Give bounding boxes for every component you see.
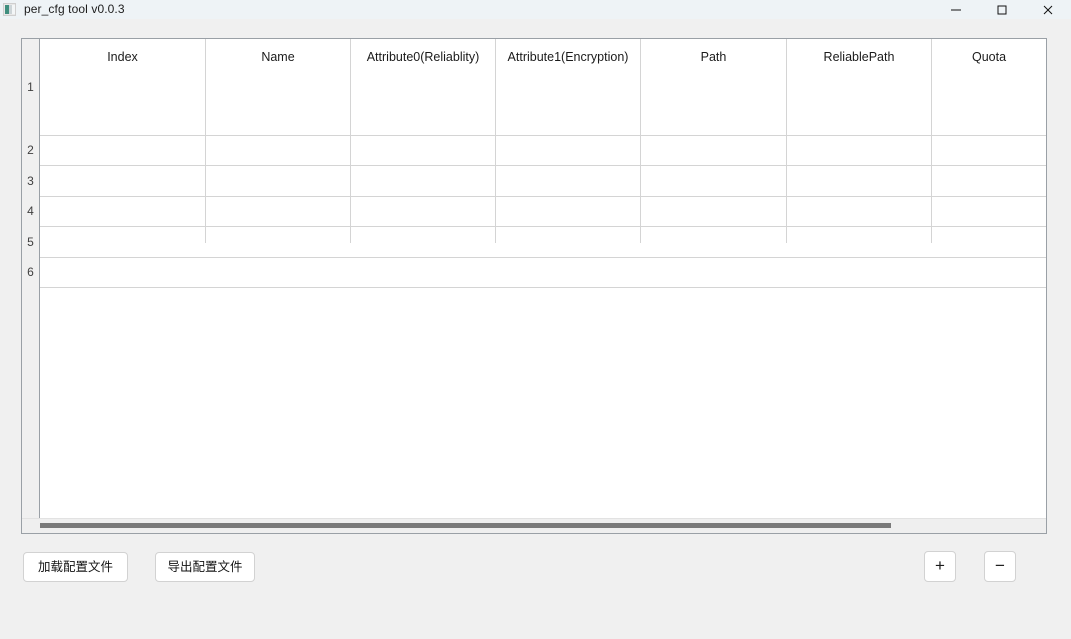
table-grid: Index Name Attribute0(Reliablity) Attrib… bbox=[40, 39, 1046, 518]
column-header-path[interactable]: Path bbox=[641, 50, 786, 64]
close-icon bbox=[1042, 4, 1054, 16]
row-number-gutter: 1 2 3 4 5 6 bbox=[22, 39, 40, 518]
row-number[interactable]: 1 bbox=[22, 39, 39, 135]
minimize-button[interactable] bbox=[933, 0, 979, 19]
column-header-attribute1[interactable]: Attribute1(Encryption) bbox=[496, 50, 640, 64]
column-header-reliablepath[interactable]: ReliablePath bbox=[787, 50, 931, 64]
app-icon bbox=[3, 3, 16, 16]
remove-row-button[interactable]: − bbox=[984, 551, 1016, 582]
row-number[interactable]: 2 bbox=[22, 135, 39, 165]
minus-icon: − bbox=[995, 556, 1005, 575]
maximize-button[interactable] bbox=[979, 0, 1025, 19]
minimize-icon bbox=[950, 4, 962, 16]
row-number[interactable]: 6 bbox=[22, 257, 39, 287]
export-config-button[interactable]: 导出配置文件 bbox=[155, 552, 255, 582]
table-scroll-area: 1 2 3 4 5 6 Index Name Attribute0(Reliab… bbox=[22, 39, 1046, 518]
window-title: per_cfg tool v0.0.3 bbox=[24, 2, 125, 16]
row-number[interactable]: 3 bbox=[22, 165, 39, 196]
column-header-quota[interactable]: Quota bbox=[932, 50, 1046, 64]
scrollbar-thumb[interactable] bbox=[40, 523, 891, 528]
column-header-attribute0[interactable]: Attribute0(Reliablity) bbox=[351, 50, 495, 64]
config-table[interactable]: 1 2 3 4 5 6 Index Name Attribute0(Reliab… bbox=[21, 38, 1047, 534]
horizontal-scrollbar[interactable] bbox=[22, 518, 1046, 533]
column-header-index[interactable]: Index bbox=[40, 50, 205, 64]
column-header-name[interactable]: Name bbox=[206, 50, 350, 64]
maximize-icon bbox=[996, 4, 1008, 16]
plus-icon: + bbox=[935, 556, 945, 575]
row-number[interactable]: 4 bbox=[22, 196, 39, 226]
title-bar: per_cfg tool v0.0.3 bbox=[0, 0, 1071, 19]
close-button[interactable] bbox=[1025, 0, 1071, 19]
add-row-button[interactable]: + bbox=[924, 551, 956, 582]
row-number[interactable]: 5 bbox=[22, 226, 39, 257]
window-controls bbox=[933, 0, 1071, 19]
load-config-button[interactable]: 加载配置文件 bbox=[23, 552, 128, 582]
